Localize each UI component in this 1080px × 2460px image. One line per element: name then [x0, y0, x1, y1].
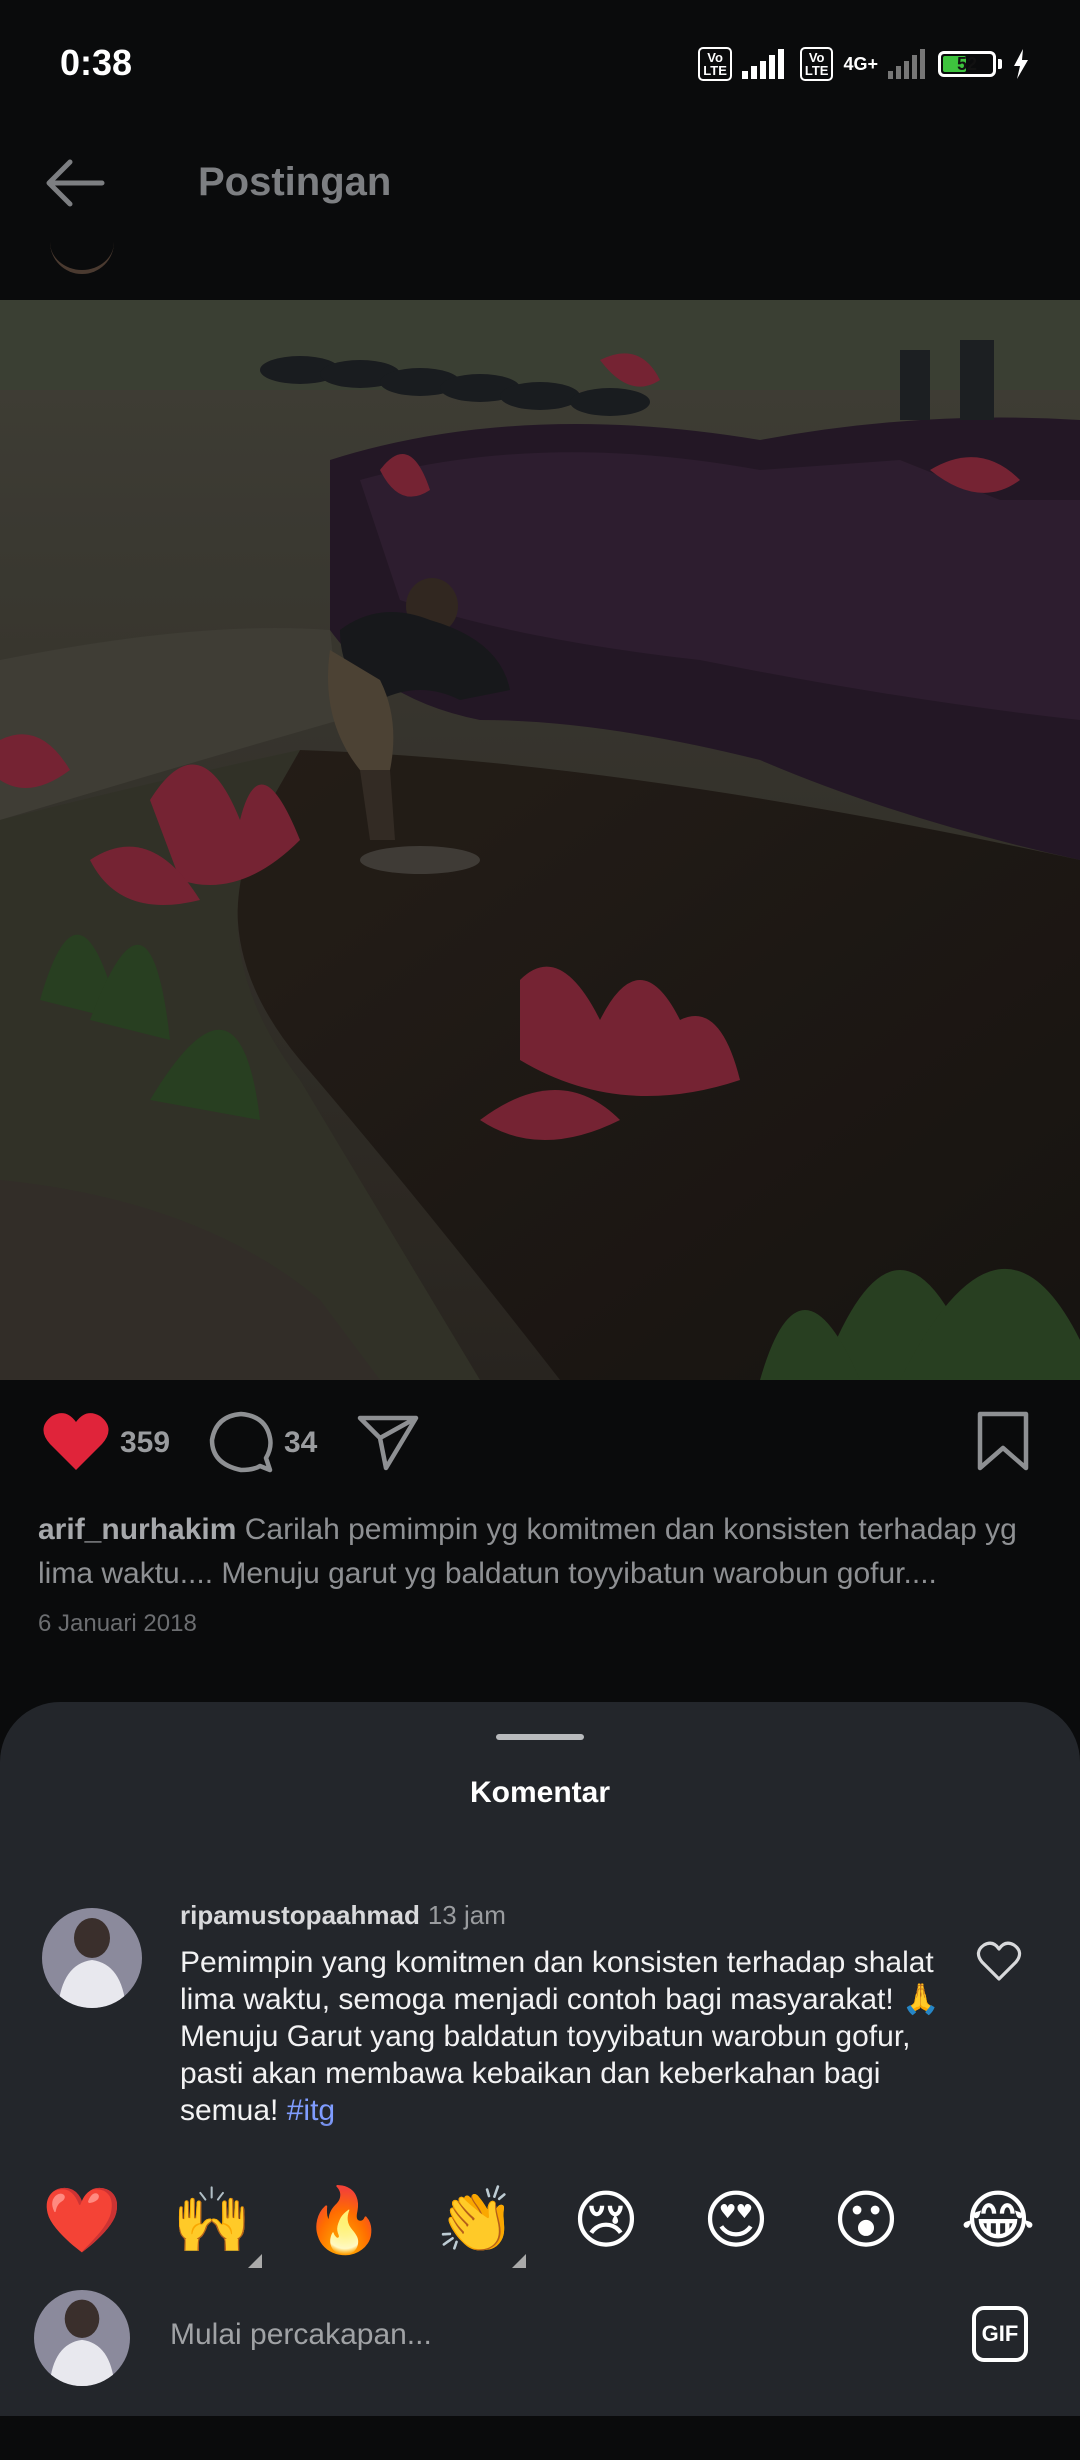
emoji-laughing[interactable]: 😂: [958, 2180, 1038, 2260]
like-count[interactable]: 359: [120, 1426, 170, 1460]
network-type-label: 4G+: [843, 53, 878, 74]
post-actions: 359 34: [0, 1380, 1080, 1500]
volte-icon-2: Vo LTE: [799, 47, 834, 81]
bookmark-icon: [977, 1411, 1029, 1471]
post-caption: arif_nurhakim Carilah pemimpin yg komitm…: [38, 1508, 1048, 1596]
emoji-fire[interactable]: 🔥: [304, 2180, 384, 2260]
save-button[interactable]: [976, 1410, 1030, 1472]
send-icon: [357, 1415, 419, 1471]
emoji-heart[interactable]: ❤️: [42, 2180, 122, 2260]
comment-like-button[interactable]: [976, 1940, 1026, 1990]
comment-count[interactable]: 34: [284, 1426, 317, 1460]
post-date: 6 Januari 2018: [38, 1610, 197, 1637]
share-button[interactable]: [356, 1412, 420, 1472]
comment-meta: ripamustopaahmad 13 jam: [180, 1900, 506, 1931]
heart-outline-icon: [976, 1941, 1022, 1981]
commenter-avatar[interactable]: [42, 1908, 142, 2008]
comment-input[interactable]: Mulai percakapan...: [170, 2318, 432, 2352]
charging-icon: [1014, 49, 1028, 79]
signal-icon-2: [888, 49, 925, 79]
like-button[interactable]: [42, 1410, 112, 1476]
comment-button[interactable]: [208, 1410, 274, 1476]
battery-level: 52: [956, 54, 978, 74]
skin-tone-indicator: [248, 2254, 262, 2268]
emoji-quick-reactions: ❤️ 🙌 🔥 👏 😢 😍 😮 😂: [0, 2180, 1080, 2280]
emoji-raising-hands[interactable]: 🙌: [172, 2180, 252, 2260]
heart-filled-icon: [43, 1413, 109, 1470]
header: [0, 130, 1080, 300]
skin-tone-indicator-2: [512, 2254, 526, 2268]
comment-text-block: Pemimpin yang komitmen dan konsisten ter…: [180, 1944, 940, 2129]
page-title: Postingan: [198, 160, 392, 204]
post-photo-image: [0, 300, 1080, 1380]
arrow-left-icon: [46, 159, 105, 207]
avatar-image: [42, 1908, 142, 2008]
status-clock: 0:38: [60, 42, 133, 83]
sheet-title: Komentar: [469, 1776, 611, 1809]
back-button[interactable]: [40, 150, 110, 220]
gif-button[interactable]: GIF: [972, 2306, 1028, 2362]
system-nav-bar: [0, 2416, 1080, 2460]
avatar-image: [34, 2290, 130, 2386]
comment-item: ripamustopaahmad 13 jam Pemimpin yang kom…: [0, 1890, 1080, 2160]
comment-bubble-icon: [209, 1411, 273, 1473]
status-icons: Vo LTE Vo LTE 4G+ 52: [698, 44, 1030, 84]
current-user-avatar: [34, 2290, 130, 2386]
emoji-heart-eyes[interactable]: 😍: [696, 2180, 776, 2260]
emoji-crying[interactable]: 😢: [566, 2180, 646, 2260]
comment-time: 13 jam: [427, 1900, 506, 1930]
comment-composer: Mulai percakapan... GIF: [0, 2280, 1080, 2390]
emoji-clapping[interactable]: 👏: [436, 2180, 516, 2260]
post-photo[interactable]: [0, 300, 1080, 1380]
comment-fade: [0, 2120, 1080, 2160]
emoji-surprised[interactable]: 😮: [826, 2180, 906, 2260]
signal-icon: [741, 49, 784, 79]
volte-icon: Vo LTE: [698, 47, 732, 81]
caption-username[interactable]: arif_nurhakim: [38, 1513, 236, 1546]
comment-username[interactable]: ripamustopaahmad: [180, 1900, 420, 1930]
battery-icon: 52: [938, 51, 1002, 77]
sheet-drag-handle[interactable]: [496, 1734, 584, 1740]
